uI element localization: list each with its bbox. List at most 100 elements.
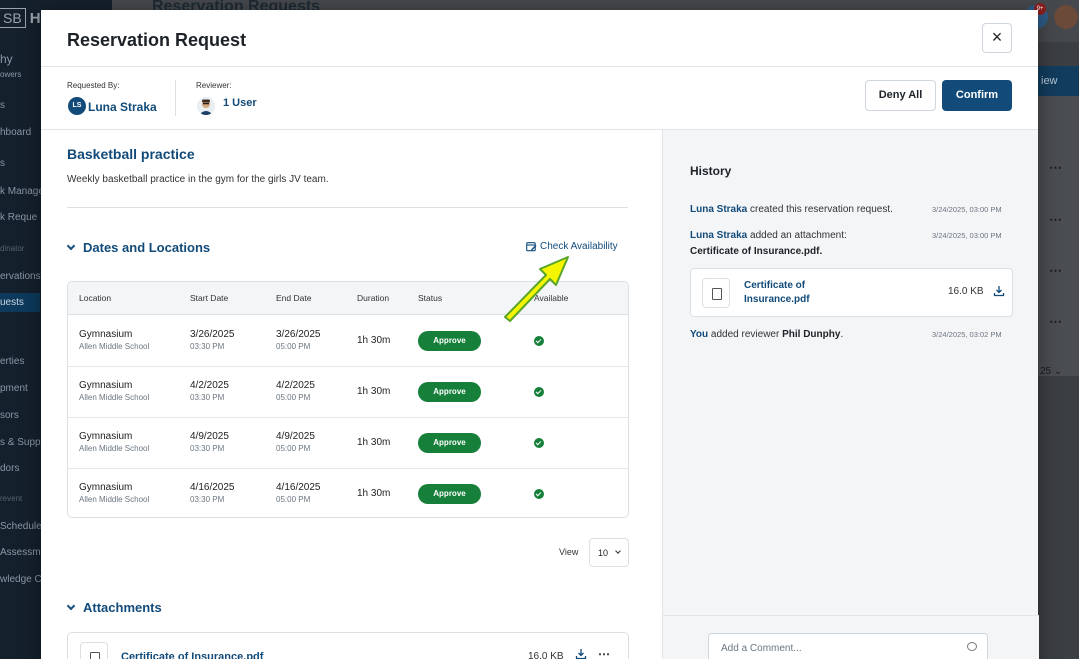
column-status: Status: [418, 293, 443, 303]
check-availability-link[interactable]: Check Availability: [526, 241, 618, 252]
chevron-down-icon: [66, 241, 76, 251]
request-details-pane[interactable]: Basketball practice Weekly basketball pr…: [41, 130, 662, 659]
history-event: Luna Straka created this reservation req…: [690, 204, 893, 215]
history-event: Luna Straka added an attachment: Certifi…: [690, 230, 847, 257]
column-location: Location: [79, 293, 112, 303]
request-description: Weekly basketball practice in the gym fo…: [67, 174, 329, 185]
available-check-icon: [534, 387, 544, 397]
deny-all-button[interactable]: Deny All: [865, 80, 936, 111]
history-actor[interactable]: Luna Straka: [690, 230, 747, 241]
reviewer-count[interactable]: 1 User: [223, 97, 257, 109]
row-duration: 1h 30m: [357, 335, 391, 346]
row-school: Allen Middle School: [79, 495, 150, 504]
background-more-icon: ⋯: [1049, 314, 1063, 329]
column-start-date: Start Date: [190, 293, 229, 303]
column-end-date: End Date: [276, 293, 312, 303]
attachment-name-link[interactable]: Certificate of Insurance.pdf: [121, 651, 263, 659]
dates-locations-toggle[interactable]: Dates and Locations: [66, 240, 210, 255]
requester-avatar: LS: [68, 97, 86, 115]
history-attachment-link[interactable]: Certificate of Insurance.pdf: [744, 279, 864, 307]
more-options-icon[interactable]: ⋯: [598, 647, 611, 659]
download-icon[interactable]: [993, 285, 1005, 297]
row-start-time: 03:30 PM: [190, 393, 225, 402]
divider: [175, 80, 176, 116]
modal-title: Reservation Request: [67, 30, 247, 50]
reviewer-label: Reviewer:: [196, 81, 232, 90]
bg-nav-item: s: [0, 158, 5, 169]
bg-nav-item: k Reque: [0, 212, 38, 223]
attachments-title: Attachments: [83, 600, 162, 615]
approve-button[interactable]: Approve: [418, 433, 481, 453]
row-duration: 1h 30m: [357, 386, 391, 397]
row-school: Allen Middle School: [79, 342, 150, 351]
row-end-date: 4/16/2025: [276, 482, 321, 493]
comment-area: Add a Comment...: [663, 615, 1039, 659]
bg-nav-item: erties: [0, 356, 25, 367]
row-end-date: 4/2/2025: [276, 380, 315, 391]
comment-icon[interactable]: [967, 642, 977, 651]
bg-nav-item: dinator: [0, 244, 25, 253]
bg-nav-item: s: [0, 100, 5, 111]
bg-nav-item: dors: [0, 463, 20, 474]
bg-nav-item: Schedule: [0, 521, 42, 532]
approve-button[interactable]: Approve: [418, 331, 481, 351]
history-time: 3/24/2025, 03:00 PM: [932, 205, 1002, 214]
background-list-button: iew: [1038, 66, 1079, 96]
row-start-date: 4/16/2025: [190, 482, 235, 493]
available-check-icon: [534, 438, 544, 448]
annotation-arrow-icon: [504, 256, 569, 322]
row-location: Gymnasium: [79, 482, 133, 493]
background-more-icon: ⋯: [1049, 160, 1063, 175]
reservation-request-modal: Reservation Request × Requested By: LS L…: [41, 10, 1039, 659]
close-button[interactable]: ×: [982, 23, 1012, 53]
bg-nav-item: s & Supp: [0, 437, 41, 448]
bg-nav-item: owers: [0, 70, 22, 79]
table-row: Gymnasium Allen Middle School 4/2/2025 0…: [68, 367, 628, 418]
download-icon[interactable]: [575, 648, 587, 659]
bg-nav-item: Assessm: [0, 547, 41, 558]
comment-input[interactable]: Add a Comment...: [708, 633, 988, 659]
row-school: Allen Middle School: [79, 444, 150, 453]
chevron-down-icon: [615, 548, 621, 554]
bg-nav-item: hy: [0, 52, 13, 66]
row-start-date: 3/26/2025: [190, 329, 235, 340]
approve-button[interactable]: Approve: [418, 484, 481, 504]
history-pane: History Luna Straka created this reserva…: [662, 130, 1039, 659]
available-check-icon: [534, 336, 544, 346]
requester-name[interactable]: Luna Straka: [88, 100, 157, 114]
row-school: Allen Middle School: [79, 393, 150, 402]
approve-button[interactable]: Approve: [418, 382, 481, 402]
view-label: View: [559, 547, 579, 557]
row-duration: 1h 30m: [357, 437, 391, 448]
history-attachment-size: 16.0 KB: [948, 286, 984, 297]
background-logo: SB H: [0, 6, 41, 30]
bg-nav-item-active: uests: [0, 293, 40, 312]
row-end-time: 05:00 PM: [276, 495, 311, 504]
history-actor[interactable]: Luna Straka: [690, 204, 747, 215]
history-attachment-name: Certificate of Insurance.pdf.: [690, 246, 823, 257]
available-check-icon: [534, 489, 544, 499]
history-event: You added reviewer Phil Dunphy.: [690, 329, 844, 340]
column-duration: Duration: [357, 293, 390, 303]
bg-nav-item: k Manage: [0, 186, 44, 197]
confirm-button[interactable]: Confirm: [942, 80, 1012, 111]
row-end-date: 3/26/2025: [276, 329, 321, 340]
bg-nav-item: ervations: [0, 271, 41, 282]
bg-nav-item: hboard: [0, 127, 32, 138]
file-icon: [80, 642, 108, 659]
table-row: Gymnasium Allen Middle School 4/9/2025 0…: [68, 418, 628, 469]
background-more-icon: ⋯: [1049, 212, 1063, 227]
row-start-time: 03:30 PM: [190, 495, 225, 504]
history-reviewer-name: Phil Dunphy: [782, 329, 841, 340]
bg-nav-item: revent: [0, 494, 23, 503]
row-end-time: 05:00 PM: [276, 393, 311, 402]
attachment-item: Certificate of Insurance.pdf 16.0 KB ⋯: [67, 632, 629, 659]
row-location: Gymnasium: [79, 431, 133, 442]
page-size-select[interactable]: 10: [589, 538, 629, 567]
modal-header: Reservation Request ×: [41, 10, 1038, 67]
history-attachment-item: Certificate of Insurance.pdf 16.0 KB: [690, 268, 1013, 317]
row-location: Gymnasium: [79, 380, 133, 391]
reviewer-avatar: [197, 97, 215, 115]
row-location: Gymnasium: [79, 329, 133, 340]
attachments-toggle[interactable]: Attachments: [66, 600, 162, 615]
